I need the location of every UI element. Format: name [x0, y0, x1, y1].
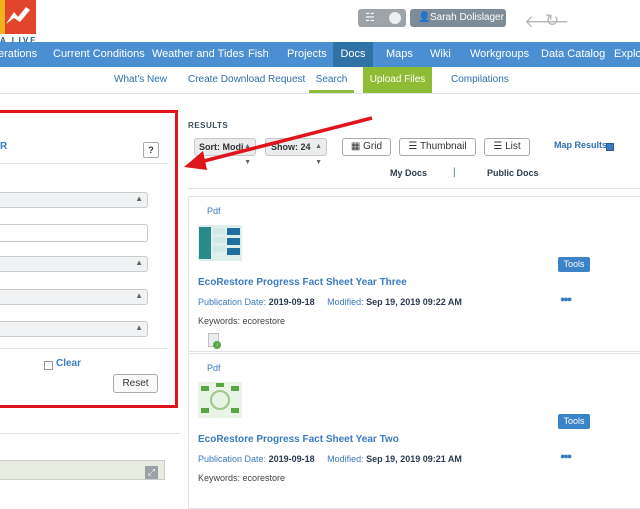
nav-item-weather-tides[interactable]: Weather and Tides	[152, 42, 244, 67]
public-docs-tab[interactable]: Public Docs	[487, 168, 539, 178]
nav-item-maps[interactable]: Maps	[386, 42, 413, 67]
refresh-icon[interactable]: ↻	[545, 11, 559, 31]
doc-keywords: Keywords: ecorestore	[198, 316, 286, 326]
select-arrows-icon: ▲	[135, 258, 143, 267]
main-nav: erations Current Conditions Weather and …	[0, 42, 640, 67]
doc-title-link[interactable]: EcoRestore Progress Fact Sheet Year Two	[198, 434, 399, 445]
thumbnail-view-button[interactable]: ☰ Thumbnail	[399, 138, 476, 156]
map-results-checkbox[interactable]	[606, 143, 614, 151]
result-card: Pdf EcoRestore Progress Fact Sheet Year …	[188, 196, 640, 352]
list-icon: ☰	[493, 141, 503, 152]
filter-select-1[interactable]: ▲	[0, 192, 148, 208]
subnav-compilations[interactable]: Compilations	[451, 67, 509, 93]
basket-icon: ☵	[365, 12, 375, 24]
modified-value: Sep 19, 2019 09:21 AM	[366, 454, 462, 464]
group-icon[interactable]: ●●●	[560, 451, 572, 461]
map-results-label[interactable]: Map Results	[554, 140, 607, 150]
map-divider	[0, 433, 180, 434]
filter-text-input[interactable]	[0, 224, 148, 242]
doc-meta: Publication Date: 2019-09-18 Modified: S…	[198, 297, 462, 307]
select-arrows-icon: ▲	[135, 194, 143, 203]
nav-item-docs[interactable]: Docs	[333, 42, 373, 67]
nav-item-workgroups[interactable]: Workgroups	[470, 42, 529, 67]
filter-divider	[0, 163, 168, 164]
download-file-icon[interactable]: ↓	[208, 333, 221, 349]
doc-meta: Publication Date: 2019-09-18 Modified: S…	[198, 454, 462, 464]
cart-button[interactable]: ☵	[358, 9, 406, 27]
filter-divider	[0, 348, 168, 349]
doc-type-label: Pdf	[207, 206, 221, 216]
list-label: List	[505, 141, 521, 152]
results-divider	[188, 188, 640, 189]
pub-date-value: 2019-09-18	[268, 297, 315, 307]
show-count-select[interactable]: Show: 24 ▲ ▼	[265, 138, 327, 166]
show-label: Show: 24	[271, 142, 311, 152]
doc-keywords: Keywords: ecorestore	[198, 473, 286, 483]
fact-sheet-thumbnail-icon	[198, 225, 242, 261]
doc-type-label: Pdf	[207, 363, 221, 373]
tools-button[interactable]: Tools	[558, 257, 590, 272]
modified-label: Modified:	[327, 297, 364, 307]
subnav-divider	[0, 93, 640, 94]
help-button[interactable]: ?	[143, 142, 159, 158]
thumbnail-icon: ☰	[408, 141, 418, 152]
nav-item-fish[interactable]: Fish	[248, 42, 269, 67]
filter-select-4[interactable]: ▲	[0, 321, 148, 337]
sort-select[interactable]: Sort: Modi ▲ ▼	[194, 138, 256, 166]
doc-title-link[interactable]: EcoRestore Progress Fact Sheet Year Thre…	[198, 277, 407, 288]
filter-panel-title: R	[0, 141, 8, 152]
cart-count-indicator	[389, 12, 401, 24]
user-menu-button[interactable]: 👤 Sarah Dolislager	[410, 9, 506, 27]
grid-view-button[interactable]: ▦ Grid	[342, 138, 391, 156]
nav-item-wiki[interactable]: Wiki	[430, 42, 451, 67]
modified-label: Modified:	[327, 454, 364, 464]
nav-item-operations[interactable]: erations	[0, 42, 37, 67]
nav-item-current-conditions[interactable]: Current Conditions	[53, 42, 145, 67]
subnav-whats-new[interactable]: What's New	[114, 67, 167, 93]
doc-thumbnail[interactable]	[198, 382, 242, 418]
docs-separator: |	[453, 167, 456, 178]
grid-label: Grid	[363, 141, 383, 152]
modified-value: Sep 19, 2019 09:22 AM	[366, 297, 462, 307]
subnav-create-download-request[interactable]: Create Download Request	[188, 67, 305, 93]
pub-date-label: Publication Date:	[198, 454, 267, 464]
user-name: Sarah Dolislager	[430, 12, 504, 23]
logo[interactable]	[0, 0, 36, 34]
map-view[interactable]	[0, 460, 165, 480]
bird-logo-icon	[0, 0, 36, 34]
clear-checkbox[interactable]	[44, 361, 53, 370]
nav-item-data-catalog[interactable]: Data Catalog	[541, 42, 605, 67]
list-view-button[interactable]: ☰ List	[484, 138, 530, 156]
thumbnail-label: Thumbnail	[419, 141, 467, 152]
pub-date-label: Publication Date:	[198, 297, 267, 307]
fact-sheet-thumbnail-icon	[198, 382, 242, 418]
select-arrows-icon: ▲	[135, 291, 143, 300]
tools-button[interactable]: Tools	[558, 414, 590, 429]
expand-icon[interactable]: ⤢	[145, 466, 158, 479]
select-arrows-icon: ▲ ▼	[315, 143, 322, 166]
subnav-search[interactable]: Search	[309, 67, 354, 93]
my-docs-tab[interactable]: My Docs	[390, 168, 427, 178]
select-arrows-icon: ▲	[135, 323, 143, 332]
select-arrows-icon: ▲ ▼	[244, 143, 251, 166]
grid-icon: ▦	[350, 141, 361, 152]
filter-select-2[interactable]: ▲	[0, 256, 148, 272]
subnav-upload-files[interactable]: Upload Files	[363, 67, 432, 93]
nav-item-projects[interactable]: Projects	[287, 42, 327, 67]
download-arrow-icon: ↓	[213, 341, 221, 349]
user-icon: 👤	[418, 12, 431, 23]
result-card: Pdf EcoRestore Progress Fact Sheet Year …	[188, 353, 640, 509]
reset-button[interactable]: Reset	[113, 374, 158, 393]
clear-label[interactable]: Clear	[56, 358, 81, 369]
nav-item-explore[interactable]: Explor	[614, 42, 640, 67]
results-label: RESULTS	[188, 121, 229, 130]
sort-label: Sort: Modi	[199, 142, 244, 152]
doc-thumbnail[interactable]	[198, 225, 242, 261]
group-icon[interactable]: ●●●	[560, 294, 572, 304]
filter-select-3[interactable]: ▲	[0, 289, 148, 305]
pub-date-value: 2019-09-18	[268, 454, 315, 464]
